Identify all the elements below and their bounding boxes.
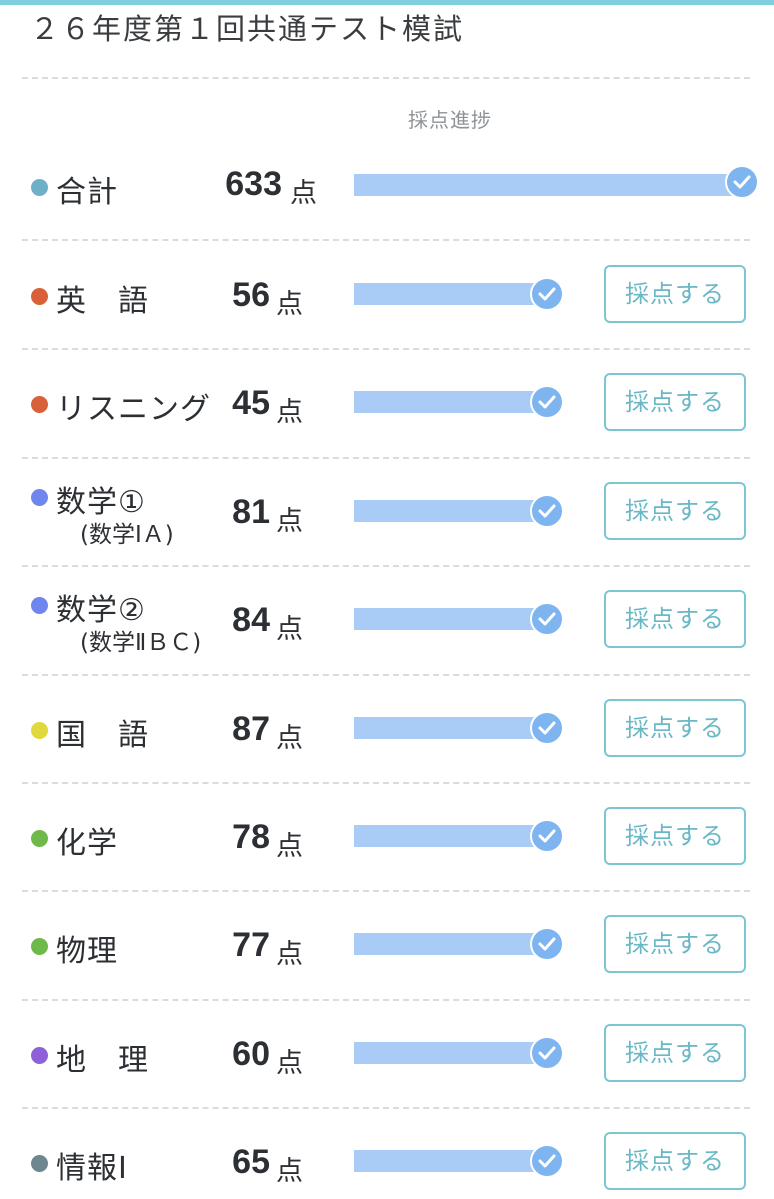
subject-color-dot	[31, 722, 48, 739]
check-circle-icon	[530, 927, 564, 961]
check-circle-icon	[725, 165, 759, 199]
total-row: 合計 633 点	[0, 132, 774, 240]
check-circle-icon	[530, 1144, 564, 1178]
check-circle-icon	[530, 1036, 564, 1070]
subject-progress-fill	[354, 500, 550, 522]
subject-color-dot	[31, 830, 48, 847]
check-circle-icon	[530, 277, 564, 311]
total-progress-fill	[354, 174, 744, 196]
subject-score: 84	[232, 601, 270, 639]
top-accent-bar	[0, 0, 774, 5]
grade-button[interactable]: 採点する	[604, 699, 746, 757]
subject-progress-fill	[354, 608, 550, 630]
subject-unit: 点	[276, 723, 303, 754]
total-score: 633	[225, 165, 282, 203]
subject-unit: 点	[276, 614, 303, 645]
exam-title: ２６年度第１回共通テスト模試	[30, 12, 465, 46]
subject-label: 国 語	[56, 718, 149, 753]
subject-unit: 点	[276, 289, 303, 320]
subject-row: 英 語 56 点 採点する	[0, 240, 774, 348]
subject-color-dot	[31, 938, 48, 955]
subject-score: 81	[232, 493, 270, 531]
subject-label: 物理	[56, 934, 118, 969]
subject-progress-fill	[354, 933, 550, 955]
subject-unit: 点	[276, 831, 303, 862]
subject-progress-fill	[354, 825, 550, 847]
total-progress-bar	[354, 174, 744, 196]
subject-score: 78	[232, 818, 270, 856]
check-circle-icon	[530, 494, 564, 528]
total-label: 合計	[56, 175, 118, 210]
grade-button[interactable]: 採点する	[604, 482, 746, 540]
subject-label: 地 理	[56, 1043, 149, 1078]
total-color-dot	[31, 179, 48, 196]
subject-progress-fill	[354, 717, 550, 739]
subject-row: 情報Ⅰ 65 点 採点する	[0, 1107, 774, 1199]
exam-score-page: ２６年度第１回共通テスト模試 採点進捗 合計 633 点 英 語 56 点採点するリ…	[0, 0, 774, 1199]
subject-color-dot	[31, 1155, 48, 1172]
subject-score: 77	[232, 926, 270, 964]
subject-row: 数学② (数学ⅡＢＣ) 84 点採点する	[0, 565, 774, 673]
check-circle-icon	[530, 385, 564, 419]
total-unit: 点	[290, 178, 317, 209]
subject-unit: 点	[276, 1048, 303, 1079]
subject-unit: 点	[276, 506, 303, 537]
check-circle-icon	[530, 602, 564, 636]
subject-color-dot	[31, 597, 48, 614]
subject-color-dot	[31, 1047, 48, 1064]
subject-progress-fill	[354, 1150, 550, 1172]
subject-color-dot	[31, 489, 48, 506]
subject-row: 地 理 60 点 採点する	[0, 999, 774, 1107]
subject-row: 物理 77 点 採点する	[0, 890, 774, 998]
subject-progress-fill	[354, 391, 550, 413]
subject-progress-bar	[354, 608, 550, 630]
subject-row: 国 語 87 点 採点する	[0, 674, 774, 782]
subject-progress-bar	[354, 1042, 550, 1064]
subject-color-dot	[31, 288, 48, 305]
subject-sublabel: (数学ⅡＢＣ)	[80, 630, 202, 656]
subject-label: 英 語	[56, 284, 149, 319]
subject-sublabel: (数学ⅠＡ)	[80, 522, 174, 548]
subject-progress-fill	[354, 1042, 550, 1064]
subject-progress-bar	[354, 500, 550, 522]
check-circle-icon	[530, 819, 564, 853]
grade-button[interactable]: 採点する	[604, 590, 746, 648]
subject-progress-bar	[354, 933, 550, 955]
grade-button[interactable]: 採点する	[604, 1132, 746, 1190]
subject-label: 情報Ⅰ	[56, 1151, 128, 1186]
subject-unit: 点	[276, 939, 303, 970]
grade-button[interactable]: 採点する	[604, 807, 746, 865]
grade-button[interactable]: 採点する	[604, 1024, 746, 1082]
subject-label: リスニング	[56, 392, 211, 427]
subject-score: 60	[232, 1035, 270, 1073]
subject-row: 化学 78 点 採点する	[0, 782, 774, 890]
divider	[22, 77, 750, 79]
subject-progress-bar	[354, 391, 550, 413]
subject-score: 65	[232, 1143, 270, 1181]
subject-score: 56	[232, 276, 270, 314]
subject-progress-bar	[354, 717, 550, 739]
subject-unit: 点	[276, 397, 303, 428]
grade-button[interactable]: 採点する	[604, 915, 746, 973]
subject-row: リスニング 45 点 採点する	[0, 348, 774, 456]
subject-unit: 点	[276, 1156, 303, 1187]
progress-column-header: 採点進捗	[408, 108, 492, 132]
subject-color-dot	[31, 396, 48, 413]
subject-progress-bar	[354, 1150, 550, 1172]
subject-score: 87	[232, 710, 270, 748]
subject-progress-bar	[354, 825, 550, 847]
grade-button[interactable]: 採点する	[604, 373, 746, 431]
subject-progress-fill	[354, 283, 550, 305]
check-circle-icon	[530, 711, 564, 745]
subject-row: 数学① (数学ⅠＡ) 81 点採点する	[0, 457, 774, 565]
subject-progress-bar	[354, 283, 550, 305]
subject-score: 45	[232, 384, 270, 422]
grade-button[interactable]: 採点する	[604, 265, 746, 323]
subject-label: 化学	[56, 826, 118, 861]
